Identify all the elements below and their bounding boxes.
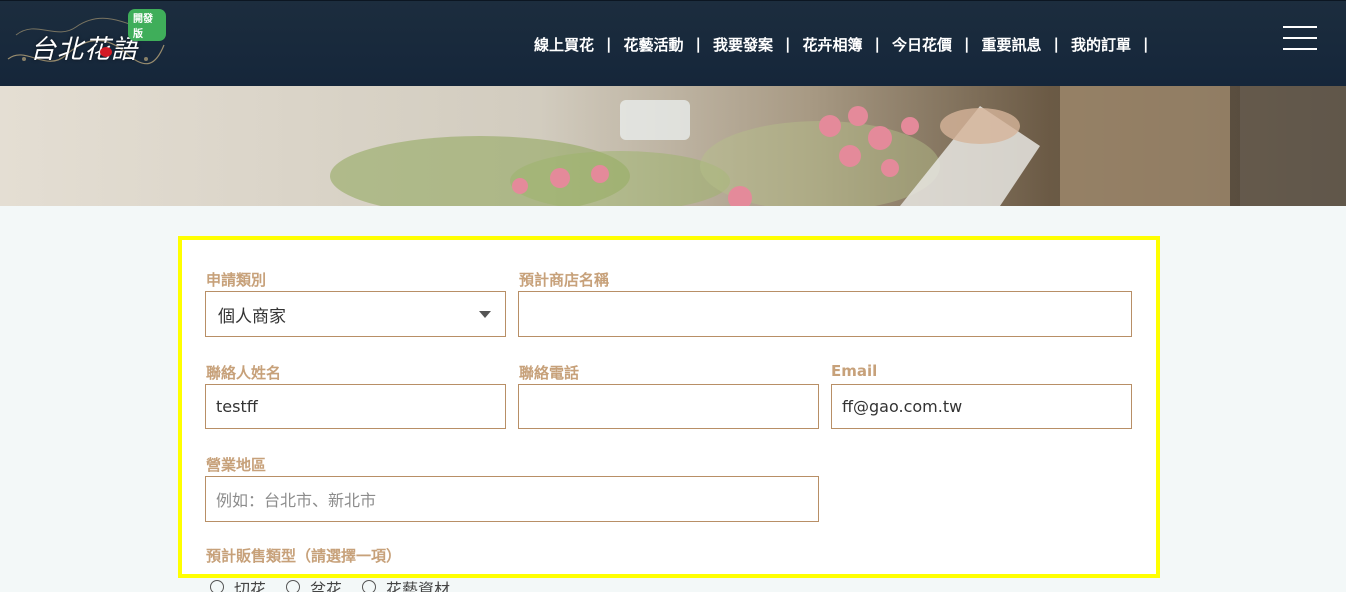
sales-type-option-label: 切花 xyxy=(234,580,267,592)
application-form: 申請類別 個人商家 預計商店名稱 聯絡人姓名 testff 聯絡電話 Email… xyxy=(178,236,1160,592)
nav-separator: | xyxy=(695,35,701,53)
store-name-label: 預計商店名稱 xyxy=(519,271,610,289)
sales-type-radio[interactable] xyxy=(362,580,377,592)
nav-separator: | xyxy=(785,35,791,53)
chevron-down-icon xyxy=(479,311,491,318)
nav-floral-events[interactable]: 花藝活動 xyxy=(624,34,684,55)
sales-type-option-label: 花藝資材 xyxy=(386,580,451,592)
contact-name-input[interactable]: testff xyxy=(205,384,506,429)
contact-phone-label: 聯絡電話 xyxy=(519,364,580,382)
contact-name-value: testff xyxy=(216,397,258,416)
nav-post-project[interactable]: 我要發案 xyxy=(713,34,773,55)
hamburger-menu-icon[interactable] xyxy=(1283,26,1317,50)
nav-my-orders[interactable]: 我的訂單 xyxy=(1071,34,1131,55)
nav-separator: | xyxy=(1143,35,1149,53)
dev-version-badge: 開發版 xyxy=(128,9,166,41)
business-area-input[interactable]: 例如：台北市、新北市 xyxy=(205,476,819,522)
contact-phone-input[interactable] xyxy=(518,384,819,429)
nav-separator: | xyxy=(964,35,970,53)
apply-type-select[interactable]: 個人商家 xyxy=(205,291,506,337)
sales-type-label: 預計販售類型（請選擇一項） xyxy=(206,547,402,565)
nav-separator: | xyxy=(1053,35,1059,53)
business-area-label: 營業地區 xyxy=(206,456,267,474)
nav-flower-album[interactable]: 花卉相簿 xyxy=(803,34,863,55)
sales-type-radio[interactable] xyxy=(210,580,224,592)
sales-type-option-label: 盆花 xyxy=(310,580,343,592)
hero-banner-image xyxy=(0,86,1346,206)
main-nav: 線上買花 | 花藝活動 | 我要發案 | 花卉相簿 | 今日花價 | 重要訊息 … xyxy=(534,34,1161,54)
sales-type-options: 切花 盆花 花藝資材 xyxy=(210,578,460,592)
sales-type-radio[interactable] xyxy=(286,580,301,592)
site-header: 台北花語 開發版 線上買花 | 花藝活動 | 我要發案 | 花卉相簿 | 今日花… xyxy=(0,0,1346,86)
nav-separator: | xyxy=(874,35,880,53)
apply-type-value: 個人商家 xyxy=(218,306,286,327)
apply-type-label: 申請類別 xyxy=(206,271,267,289)
nav-important-news[interactable]: 重要訊息 xyxy=(982,34,1042,55)
logo-text: 台北花語 xyxy=(30,35,139,65)
email-value: ff@gao.com.tw xyxy=(842,397,963,416)
store-name-input[interactable] xyxy=(518,291,1132,337)
email-input[interactable]: ff@gao.com.tw xyxy=(831,384,1132,429)
nav-today-prices[interactable]: 今日花價 xyxy=(892,34,952,55)
flower-arrangement-image xyxy=(0,86,1346,206)
contact-name-label: 聯絡人姓名 xyxy=(206,364,282,382)
site-logo[interactable]: 台北花語 開發版 xyxy=(6,9,166,75)
logo-red-dot-icon xyxy=(100,47,112,57)
nav-separator: | xyxy=(606,35,612,53)
nav-buy-flowers[interactable]: 線上買花 xyxy=(534,34,594,55)
email-label: Email xyxy=(831,362,878,380)
business-area-placeholder: 例如：台北市、新北市 xyxy=(216,491,377,510)
